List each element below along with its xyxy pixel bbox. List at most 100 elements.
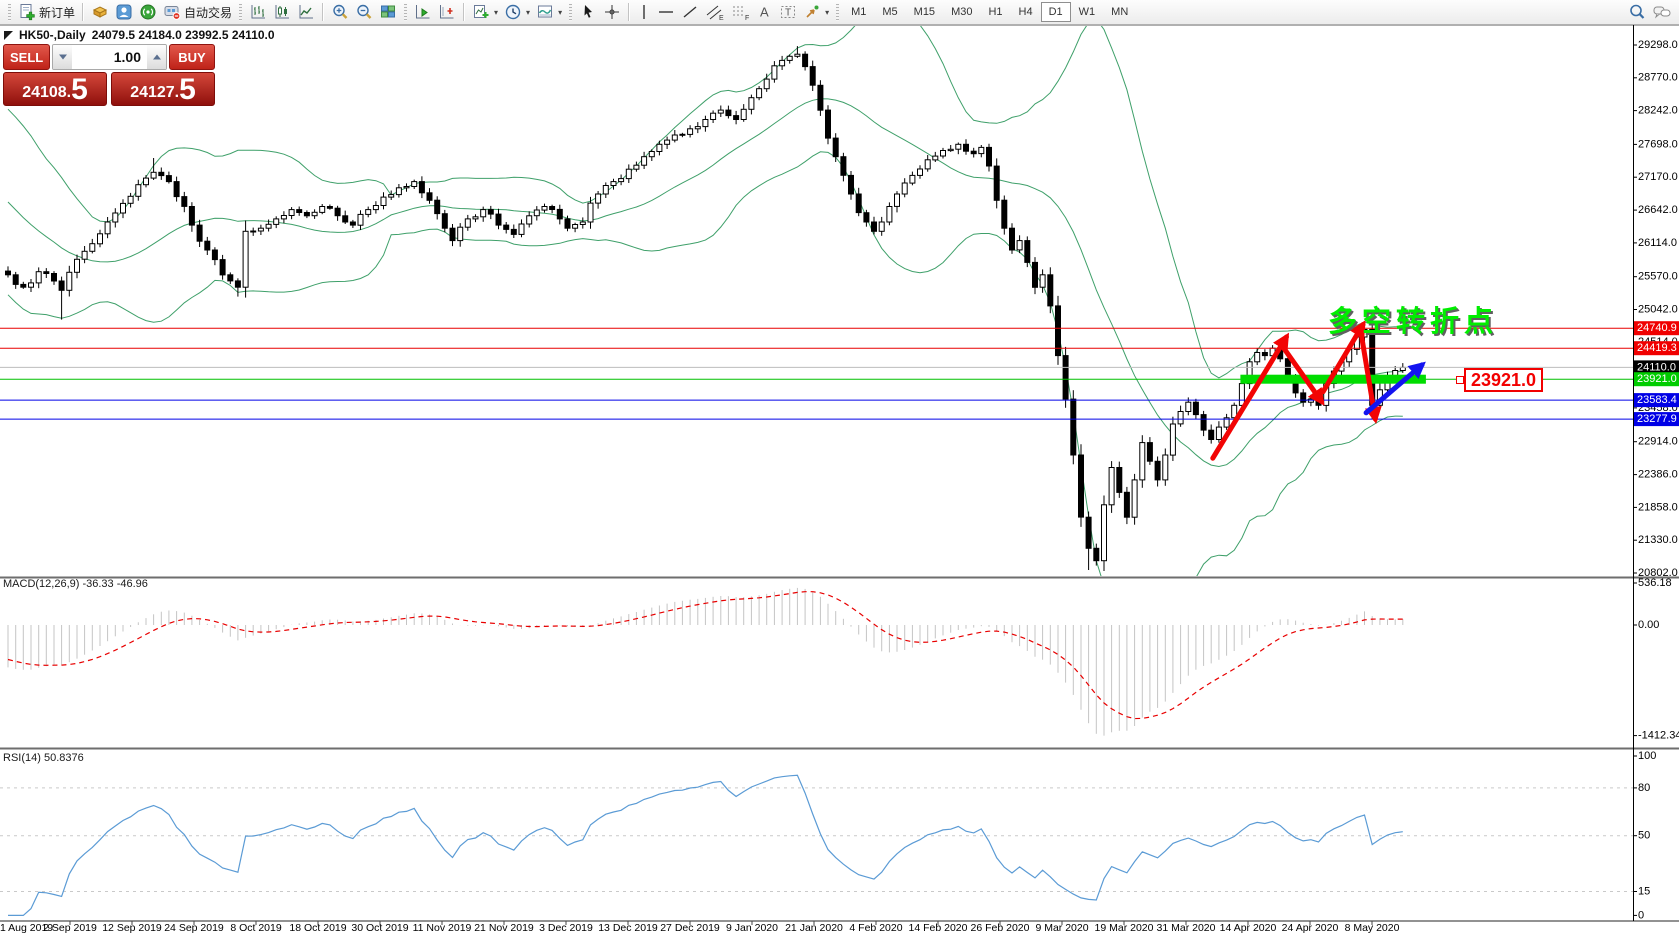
svg-text:29298.0: 29298.0 <box>1638 39 1678 51</box>
toolbar-grip[interactable] <box>569 3 573 21</box>
timeframe-button-h4[interactable]: H4 <box>1011 2 1041 22</box>
arrow-objects-icon <box>806 5 819 18</box>
channel-tool-button[interactable]: E <box>702 2 728 23</box>
dropdown-caret-icon: ▾ <box>825 7 830 17</box>
arrows-tool-button[interactable]: ▾ <box>800 2 832 23</box>
volume-up-button[interactable] <box>147 45 166 69</box>
periods-button[interactable]: ▾ <box>501 2 533 23</box>
zoom-out-button[interactable] <box>352 2 376 23</box>
price-box-anchor[interactable] <box>1456 376 1464 384</box>
toolbar-grip[interactable] <box>239 3 243 21</box>
timeframe-button-m1[interactable]: M1 <box>843 2 874 22</box>
svg-text:19 Mar 2020: 19 Mar 2020 <box>1095 922 1154 934</box>
svg-text:28242.0: 28242.0 <box>1638 105 1678 117</box>
turning-point-annotation[interactable]: 多空转折点 <box>1328 298 1498 340</box>
svg-text:14 Feb 2020: 14 Feb 2020 <box>909 922 968 934</box>
zoom-in-button[interactable] <box>328 2 352 23</box>
buy-button[interactable]: BUY <box>169 44 215 70</box>
timeframe-button-mn[interactable]: MN <box>1103 2 1136 22</box>
horizontal-line-tool-button[interactable] <box>654 2 678 23</box>
timeframe-button-m30[interactable]: M30 <box>943 2 980 22</box>
bar-chart-type-button[interactable] <box>246 2 270 23</box>
toolbar-grip[interactable] <box>8 3 11 21</box>
svg-text:24 Sep 2019: 24 Sep 2019 <box>164 922 224 934</box>
toolbar-grip[interactable] <box>836 3 840 21</box>
trendline-icon <box>683 6 697 18</box>
crosshair-icon <box>605 5 620 19</box>
toolbar-separator <box>322 3 325 21</box>
timeframe-button-w1[interactable]: W1 <box>1071 2 1104 22</box>
text-label-tool-button[interactable]: T <box>776 2 800 23</box>
ask-price-big-digit: 5 <box>179 73 196 106</box>
sell-price-display[interactable]: 24108. 5 <box>3 72 107 106</box>
auto-scroll-button[interactable] <box>411 2 435 23</box>
timeframe-button-m15[interactable]: M15 <box>906 2 943 22</box>
chat-button[interactable] <box>1649 2 1675 23</box>
zoom-in-icon <box>333 4 348 19</box>
fibonacci-tool-button[interactable]: F <box>728 2 754 23</box>
timeframe-button-h1[interactable]: H1 <box>980 2 1010 22</box>
svg-text:31 Mar 2020: 31 Mar 2020 <box>1157 922 1216 934</box>
volume-down-button[interactable] <box>53 45 73 69</box>
svg-text:3 Dec 2019: 3 Dec 2019 <box>539 922 593 934</box>
signals-icon <box>140 4 156 20</box>
svg-text:14 Apr 2020: 14 Apr 2020 <box>1220 922 1277 934</box>
svg-text:24 Apr 2020: 24 Apr 2020 <box>1282 922 1339 934</box>
timeframe-button-m5[interactable]: M5 <box>874 2 905 22</box>
signals-button[interactable] <box>136 2 160 23</box>
new-order-button[interactable]: 新订单 <box>15 2 78 23</box>
candle-chart-type-button[interactable] <box>270 2 294 23</box>
cursor-tool-button[interactable] <box>576 2 600 23</box>
timeframe-button-d1[interactable]: D1 <box>1040 2 1071 22</box>
symbol-period-label: HK50-,Daily <box>19 28 86 42</box>
svg-text:24419.3: 24419.3 <box>1637 342 1677 354</box>
vertical-line-tool-button[interactable] <box>634 2 654 23</box>
crosshair-tool-button[interactable] <box>600 2 624 23</box>
main-toolbar: 新订单 自动交易 ▾ ▾ ▾ E F A T ▾ M1 M5 M15 M30 H… <box>0 0 1679 25</box>
text-tool-button[interactable]: A <box>754 2 776 23</box>
autotrading-button[interactable]: 自动交易 <box>160 2 235 23</box>
chart-window[interactable]: 29298.0 28770.0 28242.0 27698.0 27170.0 26642… <box>0 25 1679 939</box>
sell-button[interactable]: SELL <box>3 44 51 70</box>
chat-icon <box>1653 6 1671 19</box>
metaeditor-button[interactable] <box>88 2 112 23</box>
macd-label: MACD(12,26,9) -36.33 -46.96 <box>3 578 148 590</box>
volume-input[interactable] <box>72 45 147 69</box>
svg-text:25042.0: 25042.0 <box>1638 303 1678 315</box>
search-button[interactable] <box>1625 2 1649 23</box>
new-order-icon <box>20 4 35 21</box>
svg-text:E: E <box>719 15 724 21</box>
panel-collapse-icon[interactable] <box>4 30 13 40</box>
horizontal-line-icon <box>659 11 674 13</box>
buy-price-display[interactable]: 24127. 5 <box>111 72 215 106</box>
price-box-annotation[interactable]: 23921.0 <box>1464 368 1544 392</box>
svg-text:27170.0: 27170.0 <box>1638 171 1678 183</box>
line-chart-type-button[interactable] <box>294 2 318 23</box>
svg-text:2 Sep 2019: 2 Sep 2019 <box>43 922 97 934</box>
dropdown-caret-icon: ▾ <box>494 7 499 17</box>
clock-icon <box>505 4 521 20</box>
svg-text:30 Oct 2019: 30 Oct 2019 <box>351 922 408 934</box>
trendline-tool-button[interactable] <box>678 2 702 23</box>
line-chart-icon <box>299 5 314 19</box>
indicators-button[interactable]: ▾ <box>469 2 501 23</box>
svg-text:21 Nov 2019: 21 Nov 2019 <box>474 922 534 934</box>
toolbar-separator <box>82 3 85 21</box>
svg-text:9 Jan 2020: 9 Jan 2020 <box>726 922 778 934</box>
community-button[interactable] <box>112 2 136 23</box>
svg-text:9 Mar 2020: 9 Mar 2020 <box>1035 922 1088 934</box>
chart-canvas[interactable]: 29298.0 28770.0 28242.0 27698.0 27170.0 26642… <box>0 25 1679 939</box>
templates-button[interactable]: ▾ <box>533 2 565 23</box>
svg-text:11 Nov 2019: 11 Nov 2019 <box>413 922 472 934</box>
candlestick-chart-icon <box>275 5 290 19</box>
search-icon <box>1630 4 1645 19</box>
text-icon: A <box>760 5 769 20</box>
svg-text:26114.0: 26114.0 <box>1638 237 1677 249</box>
tile-windows-button[interactable] <box>376 2 400 23</box>
date-axis[interactable]: 1 Aug 20192 Sep 2019 12 Sep 2019 24 Sep 20… <box>0 921 1400 934</box>
svg-text:23921.0: 23921.0 <box>1637 373 1677 385</box>
chart-shift-button[interactable] <box>435 2 459 23</box>
toolbar-grip[interactable] <box>404 3 408 21</box>
svg-text:536.18: 536.18 <box>1638 577 1672 589</box>
indicators-icon <box>474 5 489 18</box>
